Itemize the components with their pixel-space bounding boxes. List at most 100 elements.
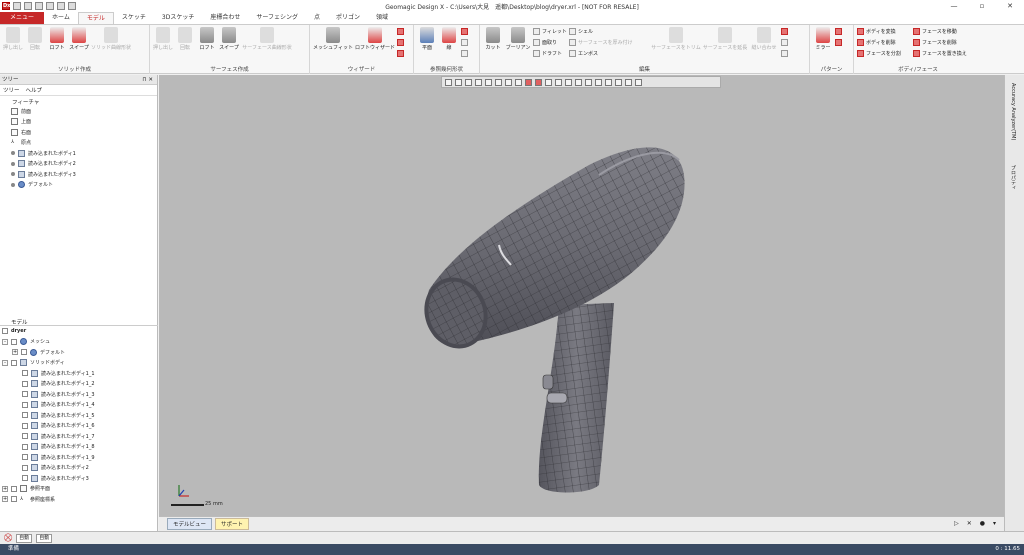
visibility-checkbox[interactable] — [21, 349, 27, 356]
shell-button[interactable]: シェル — [569, 27, 649, 36]
tree-item-body-3[interactable]: 読み込まれたボディ3 — [11, 169, 157, 180]
replace-face-button[interactable]: フェースを置き換え — [913, 49, 977, 58]
tree-item-mesh[interactable]: - メッシュ — [2, 337, 158, 348]
visibility-checkbox[interactable] — [22, 412, 28, 419]
surface-revolve-button[interactable]: 回転 — [175, 27, 195, 51]
solid-body-item[interactable]: 読み込まれたボディ1_1 — [22, 368, 158, 379]
solid-extrude-button[interactable]: 押し出し — [3, 27, 23, 51]
tab-3d-sketch[interactable]: 3Dスケッチ — [154, 12, 202, 24]
surface-loft-button[interactable]: ロフト — [197, 27, 217, 51]
line-button[interactable]: 線 — [439, 27, 459, 51]
tab-point[interactable]: 点 — [306, 12, 328, 24]
solid-body-item[interactable]: 読み込まれたボディ3 — [22, 473, 158, 484]
close-button[interactable]: ✕ — [996, 0, 1024, 12]
expand-icon[interactable]: + — [2, 496, 8, 503]
solid-body-item[interactable]: 読み込まれたボディ1_2 — [22, 379, 158, 390]
accuracy-analyzer-tab[interactable]: Accuracy Analyzer(TM) — [1010, 83, 1016, 140]
visibility-checkbox[interactable] — [22, 443, 28, 450]
cut-button[interactable]: カット — [483, 27, 503, 51]
visibility-checkbox[interactable] — [22, 370, 28, 377]
tree-item-top-plane[interactable]: 上面 — [11, 117, 157, 128]
edit-tool-1[interactable] — [781, 27, 788, 36]
pin-icon[interactable]: ⊓ ✕ — [142, 75, 153, 85]
visibility-checkbox[interactable] — [22, 464, 28, 471]
selection-mode-select[interactable]: 自動 — [16, 533, 33, 543]
visibility-checkbox[interactable] — [22, 380, 28, 387]
plane-button[interactable]: 平面 — [417, 27, 437, 51]
boolean-button[interactable]: ブーリアン — [505, 27, 531, 51]
tree-item-dryer[interactable]: dryer — [2, 326, 158, 337]
tree-item-body-2[interactable]: 読み込まれたボディ2 — [11, 159, 157, 170]
collapse-icon[interactable]: - — [2, 359, 8, 366]
linear-pattern-tool[interactable] — [835, 27, 842, 36]
collapse-icon[interactable]: - — [2, 338, 8, 345]
tree-item-default[interactable]: デフォルト — [11, 180, 157, 191]
solid-curve-shape-button[interactable]: ソリッド曲線形状 — [91, 27, 131, 51]
emboss-button[interactable]: エンボス — [569, 49, 649, 58]
wizard-tool-1[interactable] — [397, 27, 404, 36]
trim-surface-button[interactable]: サーフェースをトリム — [651, 27, 701, 51]
chamfer-button[interactable]: 面取り — [533, 38, 567, 47]
mesh-fit-button[interactable]: メッシュフィット — [313, 27, 353, 51]
model-viewport[interactable]: 25 mm — [159, 75, 1004, 516]
fillet-button[interactable]: フィレット — [533, 27, 567, 36]
solid-body-item[interactable]: 読み込まれたボディ1_6 — [22, 421, 158, 432]
visibility-checkbox[interactable] — [11, 485, 17, 492]
visibility-checkbox[interactable] — [11, 359, 17, 366]
tab-alignment[interactable]: 座標合わせ — [202, 12, 248, 24]
point-tool[interactable] — [461, 27, 468, 36]
move-face-button[interactable]: フェースを移動 — [913, 27, 977, 36]
surface-sweep-button[interactable]: スイープ — [219, 27, 239, 51]
convert-body-button[interactable]: ボディを変換 — [857, 27, 911, 36]
solid-body-item[interactable]: 読み込まれたボディ1_5 — [22, 410, 158, 421]
loft-wizard-button[interactable]: ロフトウィザード — [355, 27, 395, 51]
tab-model-view[interactable]: モデルビュー — [167, 518, 213, 530]
surface-extrude-button[interactable]: 押し出し — [153, 27, 173, 51]
tree-item-solid-bodies[interactable]: - ソリッドボディ — [2, 358, 158, 369]
stop-icon[interactable]: ✕ — [967, 520, 972, 527]
visibility-checkbox[interactable] — [11, 496, 17, 503]
solid-sweep-button[interactable]: スイープ — [69, 27, 89, 51]
draft-button[interactable]: ドラフト — [533, 49, 567, 58]
visibility-checkbox[interactable] — [22, 433, 28, 440]
expand-icon[interactable]: + — [2, 485, 8, 492]
solid-body-item[interactable]: 読み込まれたボディ1_7 — [22, 431, 158, 442]
dropdown-icon[interactable]: ▾ — [993, 520, 996, 527]
properties-tab[interactable]: プロパティ — [1010, 165, 1017, 190]
solid-body-item[interactable]: 読み込まれたボディ1_3 — [22, 389, 158, 400]
tab-tree[interactable]: ツリー — [3, 86, 20, 94]
wizard-tool-2[interactable] — [397, 38, 404, 47]
minimize-button[interactable]: — — [940, 0, 968, 12]
coord-tool[interactable] — [461, 38, 468, 47]
tree-item-ref-coord[interactable]: + ⅄ 参照座標系 — [2, 494, 158, 505]
selection-type-select[interactable]: 自動 — [36, 533, 53, 543]
visibility-checkbox[interactable] — [22, 401, 28, 408]
visibility-checkbox[interactable] — [11, 338, 17, 345]
tree-item-mesh-default[interactable]: + デフォルト — [2, 347, 158, 358]
tab-help[interactable]: ヘルプ — [26, 86, 43, 94]
visibility-checkbox[interactable] — [22, 422, 28, 429]
delete-face-button[interactable]: フェースを削除 — [913, 38, 977, 47]
record-icon[interactable]: ● — [980, 520, 985, 527]
tab-model[interactable]: モデル — [77, 12, 114, 24]
tree-item-body-1[interactable]: 読み込まれたボディ1 — [11, 148, 157, 159]
tab-region[interactable]: 領域 — [368, 12, 396, 24]
play-icon[interactable]: ▷ — [954, 520, 959, 527]
wizard-tool-3[interactable] — [397, 49, 404, 58]
solid-loft-button[interactable]: ロフト — [47, 27, 67, 51]
maximize-button[interactable]: ▫ — [968, 0, 996, 12]
tab-home[interactable]: ホーム — [44, 12, 78, 24]
tab-polygon[interactable]: ポリゴン — [328, 12, 368, 24]
edit-tool-3[interactable] — [781, 49, 788, 58]
solid-revolve-button[interactable]: 回転 — [25, 27, 45, 51]
solid-body-item[interactable]: 読み込まれたボディ1_4 — [22, 400, 158, 411]
expand-icon[interactable]: + — [12, 349, 18, 356]
solid-body-item[interactable]: 読み込まれたボディ2 — [22, 463, 158, 474]
solid-body-item[interactable]: 読み込まれたボディ1_9 — [22, 452, 158, 463]
extend-surface-button[interactable]: サーフェースを延長 — [703, 27, 747, 51]
edit-tool-2[interactable] — [781, 38, 788, 47]
sew-button[interactable]: 縫い合わせ — [749, 27, 779, 51]
visibility-checkbox[interactable] — [22, 391, 28, 398]
selection-filter-icon[interactable]: ⛒ — [4, 533, 12, 543]
tab-menu[interactable]: メニュー — [0, 12, 45, 24]
